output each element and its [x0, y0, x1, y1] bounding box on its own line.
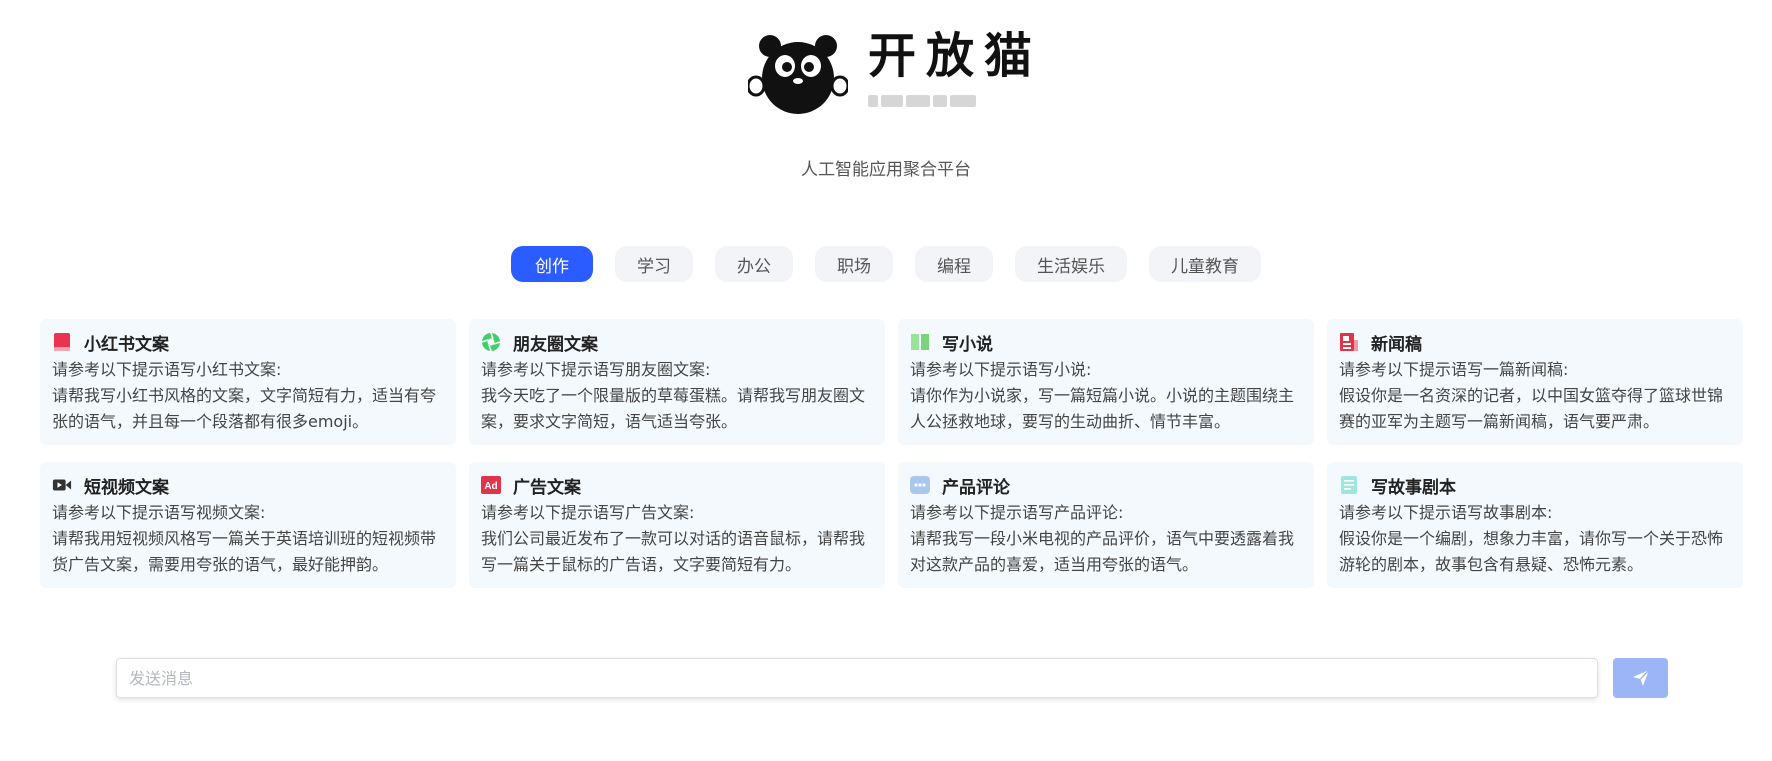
card-intro: 请参考以下提示语写小说: [910, 360, 1092, 379]
open-book-icon [910, 332, 930, 352]
prompt-card[interactable]: 朋友圈文案 请参考以下提示语写朋友圈文案: 我今天吃了一个限量版的草莓蛋糕。请帮… [469, 319, 885, 445]
send-button[interactable] [1613, 658, 1668, 698]
video-camera-icon [52, 475, 72, 495]
card-title: 朋友圈文案 [513, 334, 598, 355]
card-title: 短视频文案 [84, 477, 169, 498]
card-body: 请帮我写小红书风格的文案，文字简短有力，适当有夸张的语气，并且每一个段落都有很多… [52, 386, 437, 431]
prompt-card[interactable]: 写故事剧本 请参考以下提示语写故事剧本: 假设你是一个编剧，想象力丰富，请你写一… [1327, 462, 1743, 588]
ad-icon: Ad [481, 475, 501, 495]
card-title: 写小说 [942, 334, 993, 355]
card-body: 请你作为小说家，写一篇短篇小说。小说的主题围绕主人公拯救地球，要写的生动曲折、情… [910, 386, 1295, 431]
comment-icon [910, 475, 930, 495]
script-icon [1339, 475, 1359, 495]
brand-name: 开放猫 [868, 28, 1043, 84]
category-tabs: 创作 学习 办公 职场 编程 生活娱乐 儿童教育 [0, 246, 1772, 282]
card-intro: 请参考以下提示语写一篇新闻稿: [1339, 360, 1569, 379]
tab-6[interactable]: 儿童教育 [1149, 246, 1261, 282]
newspaper-icon [1339, 332, 1359, 352]
card-intro: 请参考以下提示语写产品评论: [910, 503, 1124, 522]
card-body: 我们公司最近发布了一款可以对话的语音鼠标，请帮我写一篇关于鼠标的广告语，文字要简… [481, 529, 866, 574]
tab-0[interactable]: 创作 [511, 246, 593, 282]
card-intro: 请参考以下提示语写广告文案: [481, 503, 695, 522]
send-icon [1632, 669, 1650, 686]
prompt-card[interactable]: 产品评论 请参考以下提示语写产品评论: 请帮我写一段小米电视的产品评价，语气中要… [898, 462, 1314, 588]
message-input[interactable] [116, 658, 1598, 698]
card-body: 请帮我用短视频风格写一篇关于英语培训班的短视频带货广告文案，需要用夸张的语气，最… [52, 529, 437, 574]
card-title: 写故事剧本 [1371, 477, 1456, 498]
svg-text:Ad: Ad [484, 481, 497, 492]
cat-logo-icon [748, 35, 848, 114]
card-title: 小红书文案 [84, 334, 169, 355]
card-intro: 请参考以下提示语写故事剧本: [1339, 503, 1553, 522]
tab-5[interactable]: 生活娱乐 [1015, 246, 1127, 282]
card-body: 假设你是一名资深的记者，以中国女篮夺得了篮球世锦赛的亚军为主题写一篇新闻稿，语气… [1339, 386, 1724, 431]
card-body: 假设你是一个编剧，想象力丰富，请你写一个关于恐怖游轮的剧本，故事包含有悬疑、恐怖… [1339, 529, 1724, 574]
prompt-card[interactable]: 小红书文案 请参考以下提示语写小红书文案: 请帮我写小红书风格的文案，文字简短有… [40, 319, 456, 445]
brand-subtitle-blurred [868, 92, 1018, 107]
card-body: 请帮我写一段小米电视的产品评价，语气中要透露着我对这款产品的喜爱，适当用夸张的语… [910, 529, 1295, 574]
card-title: 广告文案 [513, 477, 581, 498]
brand-logo: 开放猫 [748, 26, 1032, 116]
card-intro: 请参考以下提示语写朋友圈文案: [481, 360, 711, 379]
card-body: 我今天吃了一个限量版的草莓蛋糕。请帮我写朋友圈文案，要求文字简短，语气适当夸张。 [481, 386, 866, 431]
tab-2[interactable]: 办公 [715, 246, 793, 282]
tab-1[interactable]: 学习 [615, 246, 693, 282]
prompt-card[interactable]: 新闻稿 请参考以下提示语写一篇新闻稿: 假设你是一名资深的记者，以中国女篮夺得了… [1327, 319, 1743, 445]
tab-4[interactable]: 编程 [915, 246, 993, 282]
red-book-icon [52, 332, 72, 352]
tagline: 人工智能应用聚合平台 [801, 160, 971, 180]
prompt-card[interactable]: 短视频文案 请参考以下提示语写视频文案: 请帮我用短视频风格写一篇关于英语培训班… [40, 462, 456, 588]
prompt-card[interactable]: 写小说 请参考以下提示语写小说: 请你作为小说家，写一篇短篇小说。小说的主题围绕… [898, 319, 1314, 445]
card-intro: 请参考以下提示语写视频文案: [52, 503, 266, 522]
prompt-card[interactable]: Ad 广告文案 请参考以下提示语写广告文案: 我们公司最近发布了一款可以对话的语… [469, 462, 885, 588]
prompt-card-grid: 小红书文案 请参考以下提示语写小红书文案: 请帮我写小红书风格的文案，文字简短有… [40, 319, 1743, 588]
tab-3[interactable]: 职场 [815, 246, 893, 282]
card-title: 新闻稿 [1371, 334, 1422, 355]
aperture-icon [481, 332, 501, 352]
card-intro: 请参考以下提示语写小红书文案: [52, 360, 282, 379]
card-title: 产品评论 [942, 477, 1010, 498]
